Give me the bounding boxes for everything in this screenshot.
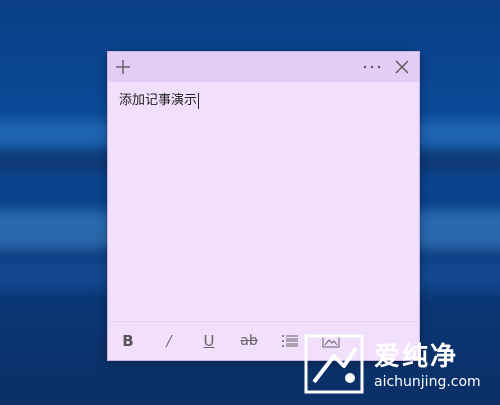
desktop-background: 添加记事演示 B / U ab 爱纯净 aichunjing.com <box>0 0 500 405</box>
plus-icon <box>116 60 130 74</box>
site-watermark: 爱纯净 aichunjing.com <box>304 334 500 405</box>
bold-button[interactable]: B <box>115 330 141 352</box>
watermark-title: 爱纯净 <box>374 342 459 372</box>
note-content: 添加记事演示 <box>119 93 198 108</box>
more-options-button[interactable] <box>357 52 387 82</box>
underline-button[interactable]: U <box>196 330 222 352</box>
text-caret <box>198 92 200 109</box>
note-text-area[interactable]: 添加记事演示 <box>119 92 408 110</box>
sticky-note-window: 添加记事演示 B / U ab <box>107 51 420 361</box>
watermark-url: aichunjing.com <box>374 374 481 390</box>
watermark-logo-icon <box>304 334 364 394</box>
close-note-button[interactable] <box>387 52 417 82</box>
new-note-button[interactable] <box>108 52 138 82</box>
italic-button[interactable]: / <box>156 330 182 352</box>
strikethrough-button[interactable]: ab <box>236 330 262 352</box>
close-icon <box>395 60 409 74</box>
bullet-list-button[interactable] <box>277 330 303 352</box>
ellipsis-icon <box>363 65 381 69</box>
bullet-list-icon <box>282 335 298 347</box>
note-titlebar[interactable] <box>108 52 419 82</box>
